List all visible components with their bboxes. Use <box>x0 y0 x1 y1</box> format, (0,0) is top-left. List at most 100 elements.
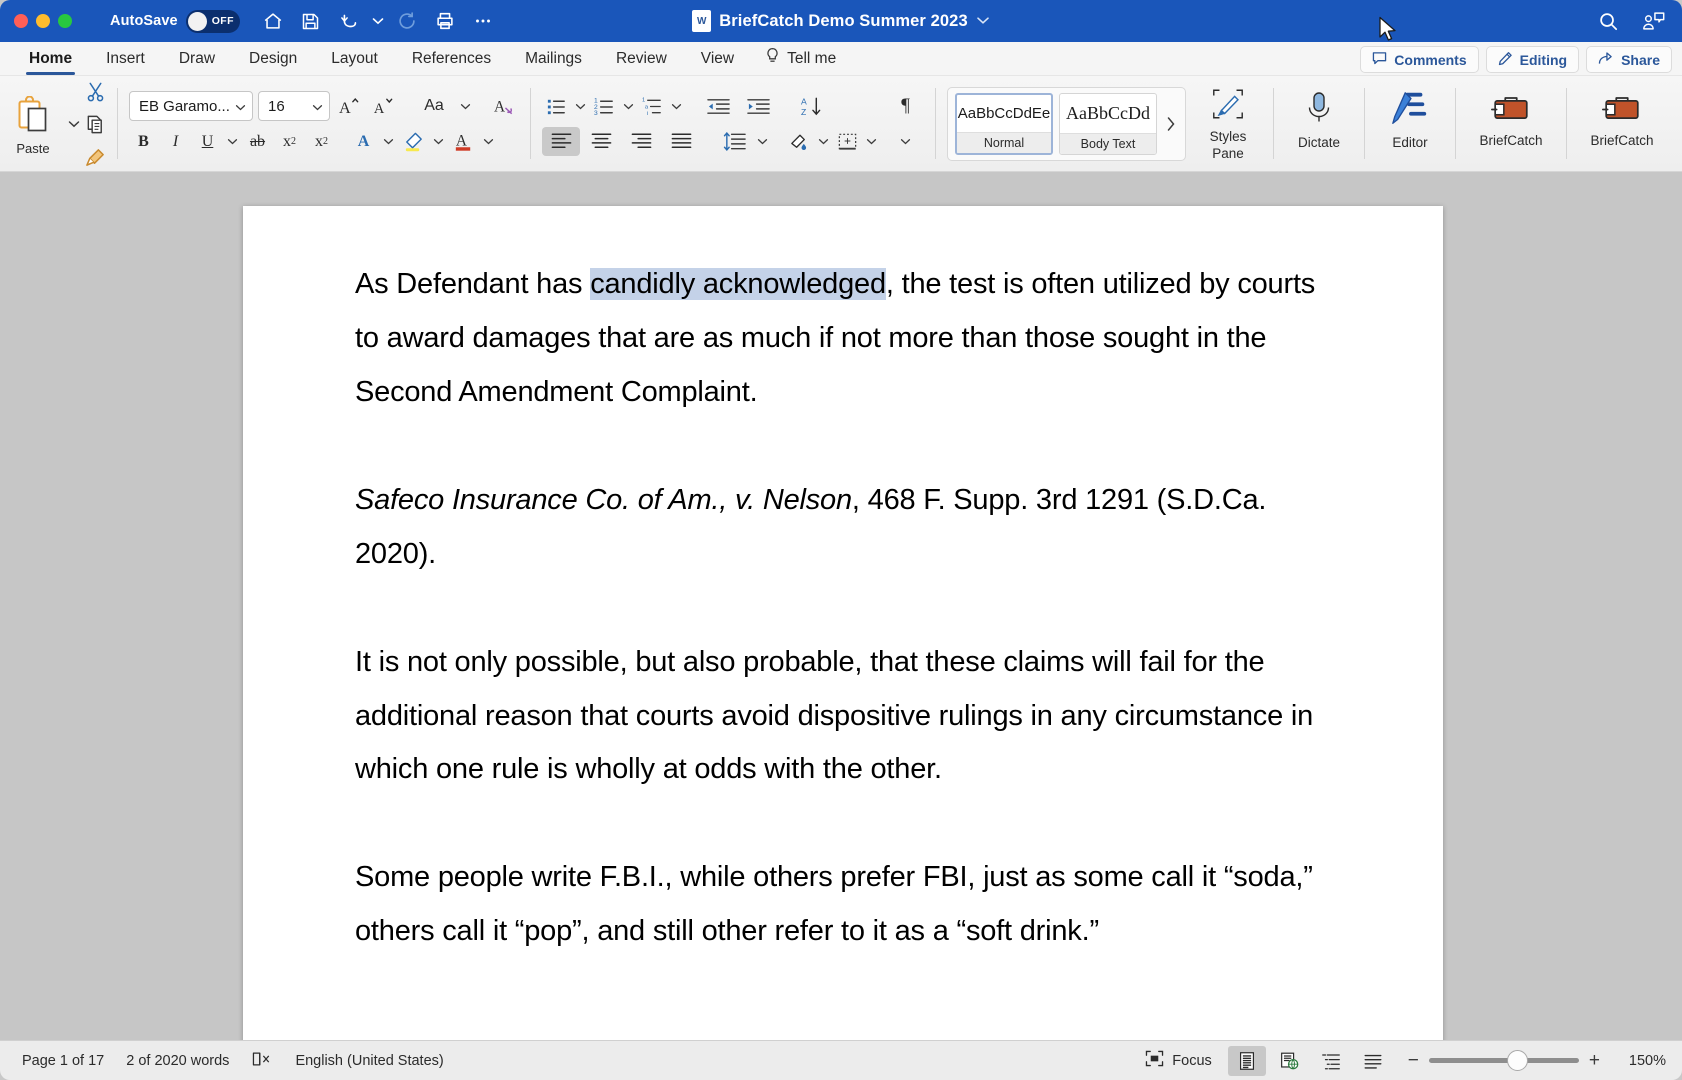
search-icon[interactable] <box>1592 6 1624 36</box>
save-icon[interactable] <box>294 6 328 36</box>
format-painter-icon[interactable] <box>81 143 110 172</box>
undo-icon[interactable] <box>332 6 366 36</box>
font-name-combobox[interactable]: EB Garamo... <box>129 91 253 121</box>
selected-text[interactable]: candidly acknowledged <box>590 268 886 300</box>
align-center-button[interactable] <box>582 127 620 156</box>
close-window-button[interactable] <box>14 14 28 28</box>
sort-icon[interactable]: AZ <box>792 92 830 121</box>
paste-button[interactable]: Paste <box>0 92 66 156</box>
document-page[interactable]: As Defendant has candidly acknowledged, … <box>243 206 1443 1040</box>
briefcatch-button-1[interactable]: BriefCatch <box>1463 76 1559 164</box>
zoom-slider-track[interactable] <box>1428 1050 1579 1071</box>
paragraph-1[interactable]: As Defendant has candidly acknowledged, … <box>355 258 1339 420</box>
dictate-button[interactable]: Dictate <box>1281 76 1357 164</box>
borders-icon[interactable] <box>833 127 862 156</box>
shrink-font-icon[interactable]: A <box>369 92 398 121</box>
zoom-in-button[interactable]: + <box>1589 1051 1600 1070</box>
proofing-errors-icon[interactable] <box>251 1050 273 1072</box>
tab-design[interactable]: Design <box>232 42 314 76</box>
zoom-level-label[interactable]: 150% <box>1622 1053 1666 1069</box>
title-chevron-down-icon[interactable] <box>976 12 990 30</box>
draft-view-button[interactable] <box>1354 1046 1392 1076</box>
font-size-combobox[interactable]: 16 <box>258 91 330 121</box>
font-color-chevron-down-icon[interactable] <box>481 127 496 156</box>
text-effects-icon[interactable]: A <box>349 127 378 156</box>
web-layout-view-button[interactable] <box>1270 1046 1308 1076</box>
print-icon[interactable] <box>428 6 462 36</box>
show-paragraph-marks-icon[interactable]: ¶ <box>891 92 920 121</box>
underline-button[interactable]: U <box>193 127 222 156</box>
paragraph-2-citation[interactable]: Safeco Insurance Co. of Am., v. Nelson, … <box>355 474 1339 582</box>
align-right-button[interactable] <box>622 127 660 156</box>
tab-layout[interactable]: Layout <box>314 42 395 76</box>
numbering-chevron-down-icon[interactable] <box>621 92 636 121</box>
paragraph-3[interactable]: It is not only possible, but also probab… <box>355 636 1339 798</box>
more-icon[interactable] <box>466 6 500 36</box>
clear-formatting-icon[interactable]: A <box>490 92 519 121</box>
bullets-icon[interactable] <box>542 92 571 121</box>
language-indicator[interactable]: English (United States) <box>295 1053 443 1069</box>
autosave-toggle[interactable]: OFF <box>185 9 240 33</box>
minimize-window-button[interactable] <box>36 14 50 28</box>
numbering-icon[interactable]: 123 <box>590 92 619 121</box>
tab-view[interactable]: View <box>684 42 751 76</box>
style-body-text[interactable]: AaBbCcDd Body Text <box>1059 92 1157 155</box>
style-normal[interactable]: AaBbCcDdEe Normal <box>955 92 1053 155</box>
underline-chevron-down-icon[interactable] <box>225 127 240 156</box>
change-case-icon[interactable]: Aa <box>415 92 453 121</box>
page-indicator[interactable]: Page 1 of 17 <box>22 1053 104 1069</box>
share-button[interactable]: Share <box>1586 46 1672 73</box>
paste-chevron-down-icon[interactable] <box>66 109 81 138</box>
tab-home[interactable]: Home <box>12 42 89 76</box>
word-count[interactable]: 2 of 2020 words <box>126 1053 229 1069</box>
text-effects-chevron-down-icon[interactable] <box>381 127 396 156</box>
editor-button[interactable]: Editor <box>1372 76 1448 164</box>
editing-button[interactable]: Editing <box>1485 46 1580 73</box>
multilevel-chevron-down-icon[interactable] <box>669 92 684 121</box>
zoom-slider-thumb[interactable] <box>1506 1050 1528 1071</box>
superscript-button[interactable]: x2 <box>307 127 336 156</box>
subscript-button[interactable]: x2 <box>275 127 304 156</box>
redo-icon[interactable] <box>390 6 424 36</box>
strikethrough-button[interactable]: ab <box>243 127 272 156</box>
italic-button[interactable]: I <box>161 127 190 156</box>
tab-mailings[interactable]: Mailings <box>508 42 599 76</box>
comments-button[interactable]: Comments <box>1360 46 1479 73</box>
grow-font-icon[interactable]: A <box>335 92 364 121</box>
line-spacing-icon[interactable] <box>715 127 753 156</box>
text-highlight-icon[interactable] <box>399 127 428 156</box>
outline-view-button[interactable] <box>1312 1046 1350 1076</box>
paragraph-dialog-chevron-down-icon[interactable] <box>898 127 913 156</box>
document-title[interactable]: BriefCatch Demo Summer 2023 <box>719 12 967 31</box>
multilevel-list-icon[interactable]: 1ai <box>638 92 667 121</box>
line-spacing-chevron-down-icon[interactable] <box>755 127 770 156</box>
tab-references[interactable]: References <box>395 42 508 76</box>
styles-pane-button[interactable]: Styles Pane <box>1190 80 1266 168</box>
shading-icon[interactable] <box>785 127 814 156</box>
highlight-chevron-down-icon[interactable] <box>431 127 446 156</box>
focus-button[interactable]: Focus <box>1133 1046 1224 1076</box>
zoom-out-button[interactable]: − <box>1408 1051 1419 1070</box>
font-color-icon[interactable]: A <box>449 127 478 156</box>
home-icon[interactable] <box>256 6 290 36</box>
tab-insert[interactable]: Insert <box>89 42 162 76</box>
styles-gallery-more-icon[interactable] <box>1163 109 1178 138</box>
change-case-chevron-down-icon[interactable] <box>458 92 473 121</box>
tell-me-button[interactable]: Tell me <box>751 47 850 70</box>
justify-button[interactable] <box>662 127 700 156</box>
copy-icon[interactable] <box>81 110 110 139</box>
maximize-window-button[interactable] <box>58 14 72 28</box>
increase-indent-icon[interactable] <box>739 92 777 121</box>
shading-chevron-down-icon[interactable] <box>816 127 831 156</box>
borders-chevron-down-icon[interactable] <box>864 127 879 156</box>
document-text[interactable]: As Defendant has candidly acknowledged, … <box>243 206 1443 959</box>
cut-icon[interactable] <box>81 77 110 106</box>
decrease-indent-icon[interactable] <box>699 92 737 121</box>
paragraph-4[interactable]: Some people write F.B.I., while others p… <box>355 851 1339 959</box>
tab-review[interactable]: Review <box>599 42 684 76</box>
collaborate-icon[interactable] <box>1638 6 1670 36</box>
document-canvas[interactable]: As Defendant has candidly acknowledged, … <box>0 172 1682 1040</box>
bold-button[interactable]: B <box>129 127 158 156</box>
undo-chevron-down-icon[interactable] <box>370 6 386 36</box>
align-left-button[interactable] <box>542 126 580 156</box>
